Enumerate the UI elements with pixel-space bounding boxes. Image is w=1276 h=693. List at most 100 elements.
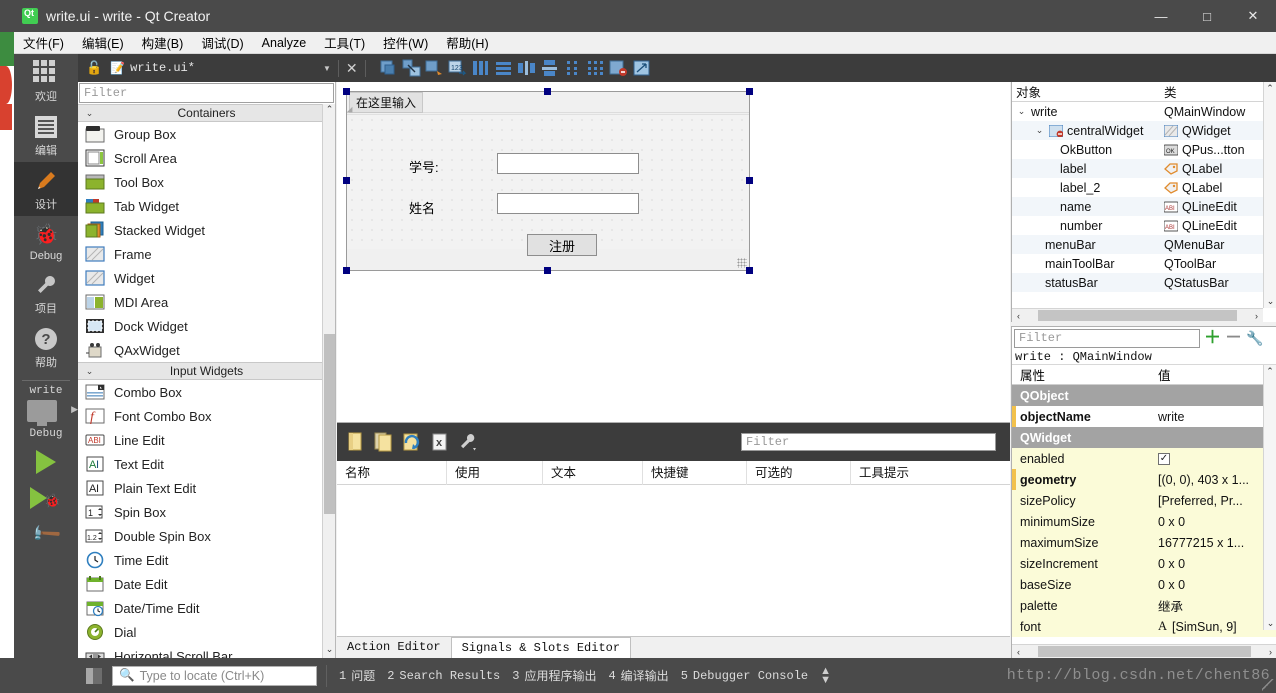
selection-handle-mr[interactable] <box>746 177 753 184</box>
property-row-objectname[interactable]: objectName write <box>1012 406 1276 427</box>
widget-item-frame[interactable]: Frame <box>78 242 335 266</box>
layout-grid-icon[interactable] <box>586 59 605 77</box>
menu-help[interactable]: 帮助(H) <box>437 31 497 54</box>
property-value[interactable]: ✓ <box>1152 452 1276 465</box>
property-editor-hscrollbar[interactable]: ‹ › <box>1012 644 1276 658</box>
chevron-down-icon[interactable]: ▼ <box>323 64 331 73</box>
object-row-number[interactable]: number ABI QLineEdit <box>1012 216 1276 235</box>
close-x-icon[interactable]: ✕ <box>346 60 358 77</box>
copy-action-icon[interactable] <box>374 432 393 452</box>
output-pane-debugger-console[interactable]: 5 Debugger Console <box>681 669 808 683</box>
property-value[interactable]: [Preferred, Pr... <box>1152 494 1276 508</box>
property-editor-vscrollbar[interactable]: ⌃ ⌄ <box>1263 365 1276 630</box>
plus-icon[interactable]: ＋ <box>1204 329 1221 346</box>
property-row-sizeincrement[interactable]: sizeIncrement 0 x 0 <box>1012 553 1276 574</box>
sidebar-item-welcome[interactable]: 欢迎 <box>14 54 78 108</box>
selection-handle-tr[interactable] <box>746 88 753 95</box>
output-pane-compile-output[interactable]: 4 编译输出 <box>608 667 668 685</box>
debug-run-icon[interactable]: 🐞 <box>14 484 78 514</box>
widget-item-widget[interactable]: Widget <box>78 266 335 290</box>
property-value[interactable]: 0 x 0 <box>1152 515 1276 529</box>
property-value[interactable]: 16777215 x 1... <box>1152 536 1276 550</box>
property-row-maximumsize[interactable]: maximumSize 16777215 x 1... <box>1012 532 1276 553</box>
object-row-statusbar[interactable]: statusBar QStatusBar <box>1012 273 1276 292</box>
object-row-name[interactable]: name ABI QLineEdit <box>1012 197 1276 216</box>
edit-buddies-icon[interactable] <box>425 59 444 77</box>
widget-item-time-edit[interactable]: Time Edit <box>78 548 335 572</box>
form-lineedit-number[interactable] <box>497 153 639 174</box>
close-button[interactable]: ✕ <box>1230 0 1276 32</box>
sidebar-item-projects[interactable]: 项目 <box>14 266 78 320</box>
property-row-sizepolicy[interactable]: sizePolicy [Preferred, Pr... <box>1012 490 1276 511</box>
sidebar-item-debug[interactable]: 🐞 Debug <box>14 216 78 266</box>
object-row-centralwidget[interactable]: ⌄ centralWidget QWidget <box>1012 121 1276 140</box>
widget-item-qaxwidget[interactable]: QAxWidget <box>78 338 335 362</box>
property-row-palette[interactable]: palette 继承 <box>1012 595 1276 616</box>
object-inspector-hscrollbar[interactable]: ‹ › <box>1012 308 1263 322</box>
sidebar-item-edit[interactable]: 编辑 <box>14 108 78 162</box>
column-text[interactable]: 文本 <box>543 460 643 485</box>
chevron-down-icon[interactable]: ⌄ <box>1264 296 1276 307</box>
widget-item-double-spin-box[interactable]: 1.2 Double Spin Box <box>78 524 335 548</box>
widget-item-mdi-area[interactable]: MDI Area <box>78 290 335 314</box>
chevron-down-icon[interactable]: ⌄ <box>323 644 335 658</box>
edit-tab-order-icon[interactable]: 123 <box>448 59 467 77</box>
menu-file[interactable]: 文件(F) <box>14 31 73 54</box>
property-value[interactable]: 继承 <box>1152 596 1276 615</box>
chevron-right-icon[interactable]: › <box>1264 647 1276 657</box>
property-value[interactable]: write <box>1152 410 1276 424</box>
output-pane-application-output[interactable]: 3 应用程序输出 <box>512 667 596 685</box>
property-group-qwidget[interactable]: QWidget <box>1012 427 1276 448</box>
property-row-enabled[interactable]: enabled ✓ <box>1012 448 1276 469</box>
chevron-right-icon[interactable]: › <box>1250 311 1263 321</box>
new-action-icon[interactable] <box>346 432 365 452</box>
chevron-up-icon[interactable]: ⌃ <box>1264 83 1276 94</box>
column-checkable[interactable]: 可选的 <box>747 460 851 485</box>
widget-item-plain-text-edit[interactable]: AI Plain Text Edit <box>78 476 335 500</box>
object-inspector-vscrollbar[interactable]: ⌃ ⌄ <box>1263 82 1276 308</box>
property-row-basesize[interactable]: baseSize 0 x 0 <box>1012 574 1276 595</box>
widget-item-text-edit[interactable]: AI Text Edit <box>78 452 335 476</box>
menu-build[interactable]: 构建(B) <box>133 31 193 54</box>
widget-box-scrollbar[interactable]: ⌃ ⌄ <box>322 104 335 658</box>
widget-box-filter[interactable]: Filter <box>79 83 334 103</box>
form-menubar[interactable]: 在这里输入 <box>347 91 749 113</box>
widget-item-tool-box[interactable]: Tool Box <box>78 170 335 194</box>
configure-icon[interactable] <box>458 432 477 452</box>
selection-handle-ml[interactable] <box>343 177 350 184</box>
chevron-left-icon[interactable]: ‹ <box>1012 647 1025 657</box>
wrench-icon[interactable]: 🔧 <box>1246 330 1263 347</box>
edit-action-icon[interactable] <box>402 432 421 452</box>
unlocked-padlock-icon[interactable]: 🔓 <box>86 60 102 76</box>
selection-handle-bl[interactable] <box>343 267 350 274</box>
scrollbar-thumb[interactable] <box>1038 310 1237 321</box>
form-label-name[interactable]: 姓名 <box>409 198 435 217</box>
selection-handle-tc[interactable] <box>544 88 551 95</box>
menu-debug[interactable]: 调试(D) <box>192 31 252 54</box>
resize-grip[interactable] <box>1262 679 1274 691</box>
object-row-label[interactable]: label QLabel <box>1012 159 1276 178</box>
selection-handle-bc[interactable] <box>544 267 551 274</box>
column-class[interactable]: 类 <box>1164 82 1177 101</box>
chevron-up-icon[interactable]: ⌃ <box>1264 366 1276 377</box>
edit-signals-slots-icon[interactable] <box>402 59 421 77</box>
open-document-selector[interactable]: 📝 write.ui* <box>110 61 195 75</box>
property-row-minimumsize[interactable]: minimumSize 0 x 0 <box>1012 511 1276 532</box>
minimize-button[interactable]: — <box>1138 0 1184 32</box>
menu-edit[interactable]: 编辑(E) <box>73 31 133 54</box>
chevron-down-icon[interactable]: ⌄ <box>1016 106 1027 117</box>
widget-item-dial[interactable]: Dial <box>78 620 335 644</box>
widget-item-stacked-widget[interactable]: Stacked Widget <box>78 218 335 242</box>
break-layout-icon[interactable] <box>609 59 628 77</box>
widget-item-horizontal-scroll-bar[interactable]: Horizontal Scroll Bar <box>78 644 335 658</box>
edit-widgets-icon[interactable] <box>379 59 398 77</box>
column-shortcut[interactable]: 快捷键 <box>643 460 747 485</box>
kit-selector[interactable]: ▶ <box>14 397 78 426</box>
locator-input[interactable]: 🔍 Type to locate (Ctrl+K) <box>112 665 317 686</box>
widget-item-spin-box[interactable]: 1 Spin Box <box>78 500 335 524</box>
menu-analyze[interactable]: Analyze <box>253 34 315 52</box>
column-property[interactable]: 属性 <box>1012 365 1152 384</box>
widget-item-tab-widget[interactable]: Tab Widget <box>78 194 335 218</box>
sidebar-item-design[interactable]: 设计 <box>14 162 78 216</box>
form-lineedit-name[interactable] <box>497 193 639 214</box>
